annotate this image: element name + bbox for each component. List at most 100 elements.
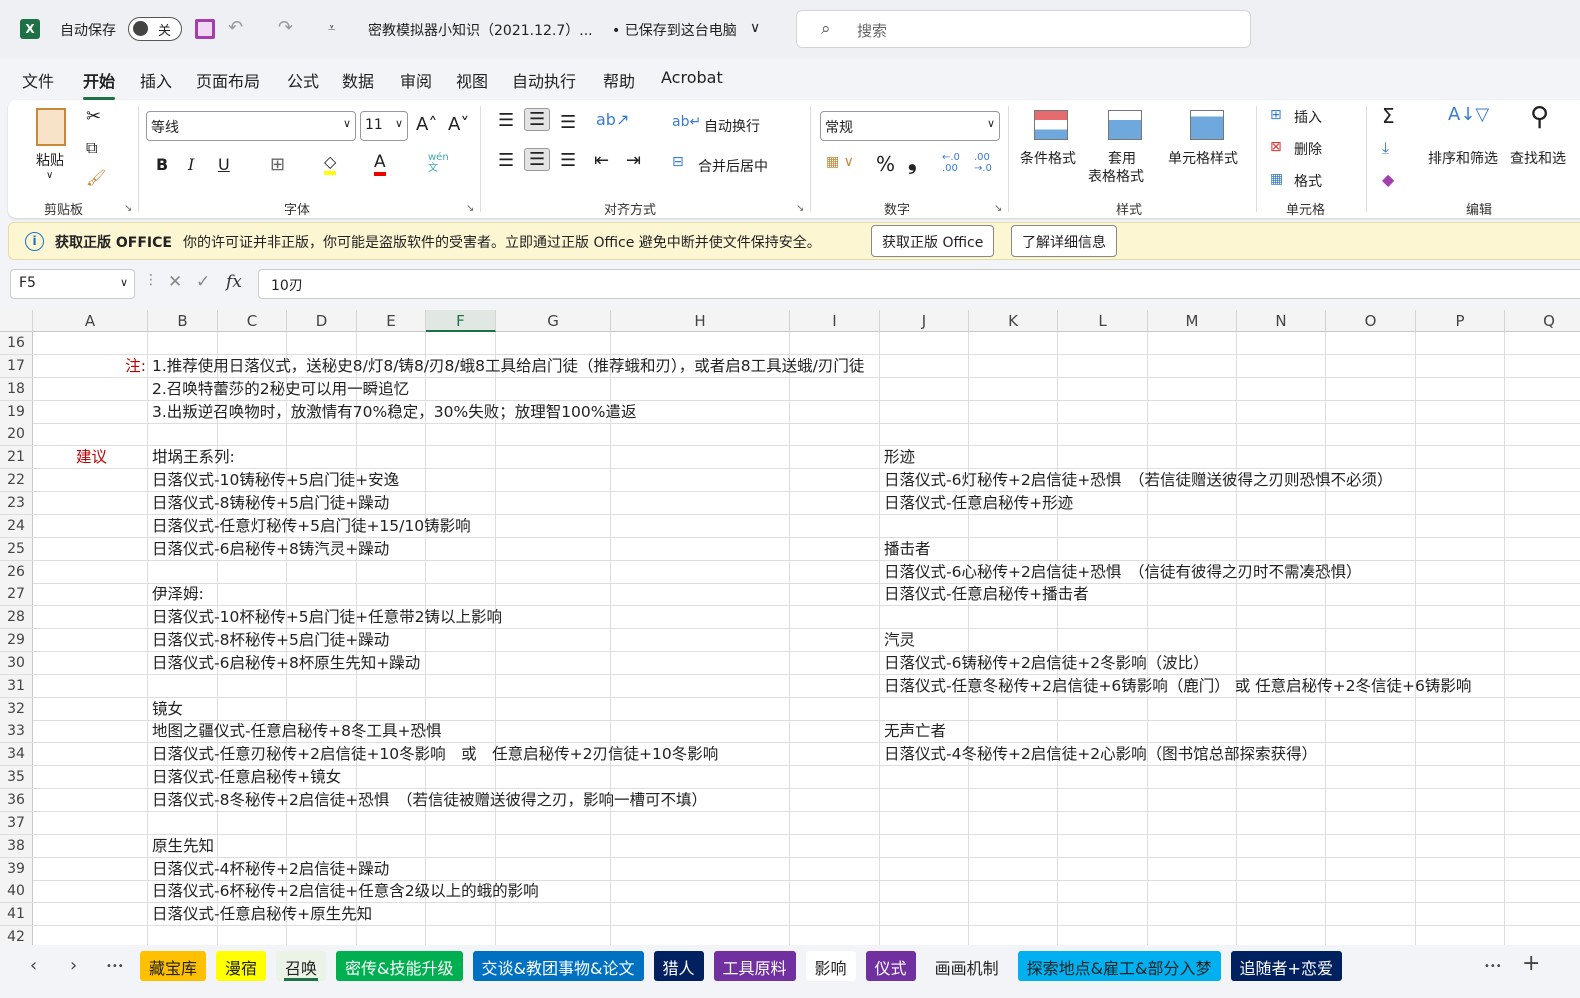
align-right-icon[interactable]: ☰ xyxy=(560,150,576,171)
align-left-icon[interactable]: ☰ xyxy=(498,150,514,171)
delete-cells-button[interactable]: 删除 xyxy=(1294,139,1322,159)
more-sheets-left-button[interactable]: ••• xyxy=(106,961,124,972)
save-status[interactable]: • 已保存到这台电脑 xyxy=(612,20,737,40)
cell-J23[interactable]: 日落仪式-任意启秘传+形迹 xyxy=(880,494,1073,513)
format-as-table-button[interactable]: 表格格式 xyxy=(1088,166,1144,186)
clear-icon[interactable]: ◆ xyxy=(1382,170,1394,189)
cell-B21[interactable]: 坩埚王系列: xyxy=(148,448,235,467)
row-header[interactable]: 33 xyxy=(0,720,33,743)
sort-filter-button[interactable]: 排序和筛选 xyxy=(1428,148,1498,168)
row-header[interactable]: 22 xyxy=(0,469,33,492)
font-color-icon[interactable]: A xyxy=(374,152,386,176)
sheet-tab[interactable]: 画画机制 xyxy=(925,951,1008,981)
sheet-tab[interactable]: 追随者+恋爱 xyxy=(1230,951,1342,981)
row-header[interactable]: 18 xyxy=(0,377,33,400)
cell-J22[interactable]: 日落仪式-6灯秘传+2启信徒+恐惧 （若信徒赠送彼得之刃则恐惧不必须） xyxy=(880,471,1393,490)
comma-style-button[interactable]: ❟ xyxy=(908,150,917,175)
row-header[interactable]: 37 xyxy=(0,811,33,834)
bold-button[interactable]: B xyxy=(156,155,168,174)
cell-J26[interactable]: 日落仪式-6心秘传+2启信徒+恐惧 （信徒有彼得之刃时不需凑恐惧） xyxy=(880,563,1362,582)
autosave-toggle[interactable]: 关 xyxy=(128,17,182,41)
cell-B30[interactable]: 日落仪式-6启秘传+8杯原生先知+躁动 xyxy=(148,654,420,673)
customize-qat-icon[interactable]: ⩡ xyxy=(328,21,335,36)
column-header[interactable]: O xyxy=(1326,310,1416,332)
sheet-tab[interactable]: 漫宿 xyxy=(216,951,267,981)
cell-J21[interactable]: 形迹 xyxy=(880,448,915,467)
wrap-text-button[interactable]: 自动换行 xyxy=(704,116,760,136)
font-size-select[interactable]: 11 ∨ xyxy=(360,111,408,141)
column-header[interactable]: J xyxy=(880,310,969,332)
cell-J25[interactable]: 播击者 xyxy=(880,540,931,559)
cell-B18[interactable]: 2.召唤特蕾莎的2秘史可以用一瞬追忆 xyxy=(148,380,409,399)
row-header[interactable]: 35 xyxy=(0,766,33,789)
row-header[interactable]: 38 xyxy=(0,834,33,857)
row-header[interactable]: 31 xyxy=(0,674,33,697)
row-header[interactable]: 39 xyxy=(0,857,33,880)
format-cells-button[interactable]: 格式 xyxy=(1294,171,1322,191)
cancel-icon[interactable]: ✕ xyxy=(168,272,182,292)
dialog-launcher-icon[interactable]: ↘ xyxy=(124,203,132,214)
format-painter-icon[interactable]: 🖌 xyxy=(86,168,106,187)
align-bottom-icon[interactable]: ☰ xyxy=(560,112,576,133)
cell-J34[interactable]: 日落仪式-4冬秘传+2启信徒+2心影响（图书馆总部探索获得） xyxy=(880,745,1317,764)
formula-input[interactable]: 10刃 xyxy=(258,269,1580,299)
sheet-tab[interactable]: 召唤 xyxy=(276,951,327,981)
cell-B36[interactable]: 日落仪式-8冬秘传+2启信徒+恐惧 （若信徒被赠送彼得之刃，影响一槽可不填） xyxy=(148,791,707,810)
find-select-button[interactable]: 查找和选 xyxy=(1510,148,1566,168)
decrease-font-icon[interactable]: A˅ xyxy=(448,114,469,135)
cell-B41[interactable]: 日落仪式-任意启秘传+原生先知 xyxy=(148,905,372,924)
decrease-decimal-button[interactable]: .00 →.0 xyxy=(974,152,998,174)
cell-J31[interactable]: 日落仪式-任意冬秘传+2启信徒+6铸影响（鹿门） 或 任意启秘传+2冬信徒+6铸… xyxy=(880,677,1471,696)
decrease-indent-icon[interactable]: ⇤ xyxy=(594,150,609,171)
cell-B25[interactable]: 日落仪式-6启秘传+8铸汽灵+躁动 xyxy=(148,540,389,559)
sheet-tab[interactable]: 工具原料 xyxy=(713,951,796,981)
borders-icon[interactable]: ⊞ xyxy=(270,154,285,175)
dialog-launcher-icon[interactable]: ↘ xyxy=(466,203,474,214)
dialog-launcher-icon[interactable]: ↘ xyxy=(994,203,1002,214)
font-name-select[interactable]: 等线 ∨ xyxy=(146,111,356,141)
ribbon-tab-2[interactable]: 插入 xyxy=(140,68,172,92)
fill-color-icon[interactable]: ◇ xyxy=(324,152,337,175)
sheet-tab[interactable]: 仪式 xyxy=(865,951,916,981)
phonetic-icon[interactable]: wén 文 xyxy=(428,152,449,174)
spreadsheet-grid[interactable]: A B C D E F G H I J K L M N O P Q 16 17 注: 1.推荐使用日落仪式，送秘史8/灯… xyxy=(0,310,1580,945)
row-header[interactable]: 34 xyxy=(0,743,33,766)
next-sheet-button[interactable]: › xyxy=(70,955,77,976)
row-header[interactable]: 41 xyxy=(0,903,33,926)
column-header[interactable]: C xyxy=(218,310,287,332)
ribbon-tab-3[interactable]: 页面布局 xyxy=(196,68,260,92)
column-header[interactable]: F xyxy=(426,310,496,332)
cell-B35[interactable]: 日落仪式-任意启秘传+镜女 xyxy=(148,768,341,787)
cell-J29[interactable]: 汽灵 xyxy=(880,631,915,650)
column-header[interactable]: L xyxy=(1058,310,1148,332)
column-header[interactable]: B xyxy=(148,310,218,332)
cell-J27[interactable]: 日落仪式-任意启秘传+播击者 xyxy=(880,585,1089,604)
cell-B32[interactable]: 镜女 xyxy=(148,700,183,719)
sheet-tab[interactable]: 猎人 xyxy=(653,951,704,981)
column-header[interactable]: M xyxy=(1148,310,1237,332)
paste-icon[interactable] xyxy=(36,108,66,146)
sheet-tab[interactable]: 交谈&教团事物&论文 xyxy=(472,951,644,981)
percent-style-button[interactable]: % xyxy=(876,152,895,176)
dialog-launcher-icon[interactable]: ↘ xyxy=(796,203,804,214)
row-header[interactable]: 19 xyxy=(0,400,33,423)
search-box[interactable]: ⌕ 搜索 xyxy=(796,10,1251,48)
cell-B28[interactable]: 日落仪式-10杯秘传+5启门徒+任意带2铸以上影响 xyxy=(148,608,502,627)
row-header[interactable]: 26 xyxy=(0,560,33,583)
cell-J30[interactable]: 日落仪式-6铸秘传+2启信徒+2冬影响（波比） xyxy=(880,654,1209,673)
column-header[interactable]: P xyxy=(1416,310,1505,332)
row-header[interactable]: 17 xyxy=(0,354,33,377)
column-header[interactable]: D xyxy=(287,310,357,332)
paste-button[interactable]: 粘贴 xyxy=(36,150,64,170)
ribbon-tab-6[interactable]: 审阅 xyxy=(400,68,432,92)
autosum-button[interactable]: Σ xyxy=(1382,104,1395,128)
format-as-table-line1[interactable]: 套用 xyxy=(1108,148,1136,168)
insert-function-button[interactable]: fx xyxy=(226,272,242,292)
cell-B39[interactable]: 日落仪式-4杯秘传+2启信徒+躁动 xyxy=(148,860,389,879)
cell-B33[interactable]: 地图之疆仪式-任意启秘传+8冬工具+恐惧 xyxy=(148,722,441,741)
row-header[interactable]: 21 xyxy=(0,446,33,469)
align-top-icon[interactable]: ☰ xyxy=(498,110,514,131)
cell-B19[interactable]: 3.出叛逆召唤物时，放激情有70%稳定，30%失败；放理智100%遣返 xyxy=(148,403,637,422)
get-genuine-office-button[interactable]: 获取正版 Office xyxy=(871,225,995,257)
ribbon-tab-5[interactable]: 数据 xyxy=(342,68,374,92)
